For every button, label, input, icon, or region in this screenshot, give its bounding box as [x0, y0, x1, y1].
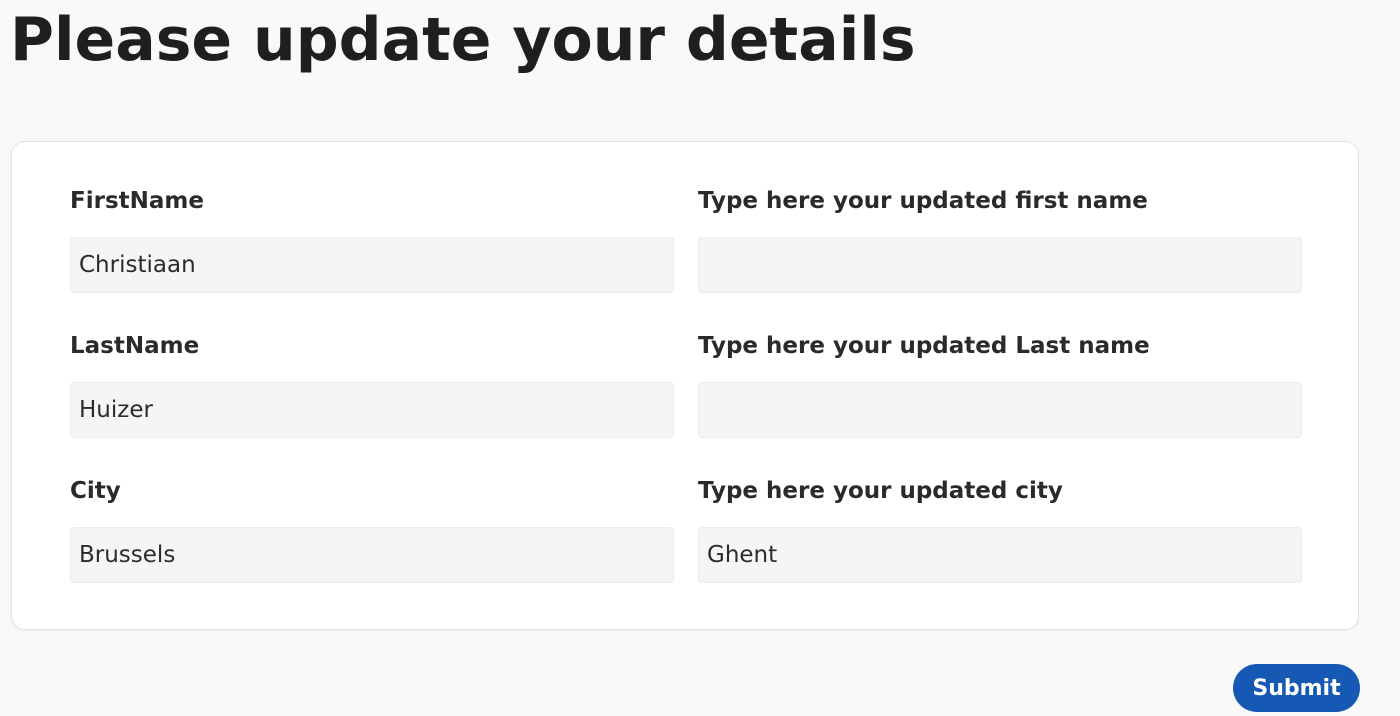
current-last-name-field[interactable]	[70, 382, 674, 438]
updated-last-name-label: Type here your updated Last name	[698, 333, 1150, 359]
first-name-label: FirstName	[70, 188, 204, 214]
current-city-field[interactable]	[70, 527, 674, 583]
updated-city-label: Type here your updated city	[698, 478, 1063, 504]
updated-first-name-label: Type here your updated first name	[698, 188, 1148, 214]
city-label: City	[70, 478, 121, 504]
details-form-card: FirstName Type here your updated first n…	[11, 141, 1359, 630]
updated-first-name-field[interactable]	[698, 237, 1302, 293]
current-first-name-field[interactable]	[70, 237, 674, 293]
updated-last-name-field[interactable]	[698, 382, 1302, 438]
last-name-label: LastName	[70, 333, 200, 359]
submit-button[interactable]: Submit	[1233, 664, 1360, 712]
updated-city-field[interactable]	[698, 527, 1302, 583]
page-title: Please update your details	[10, 5, 916, 75]
